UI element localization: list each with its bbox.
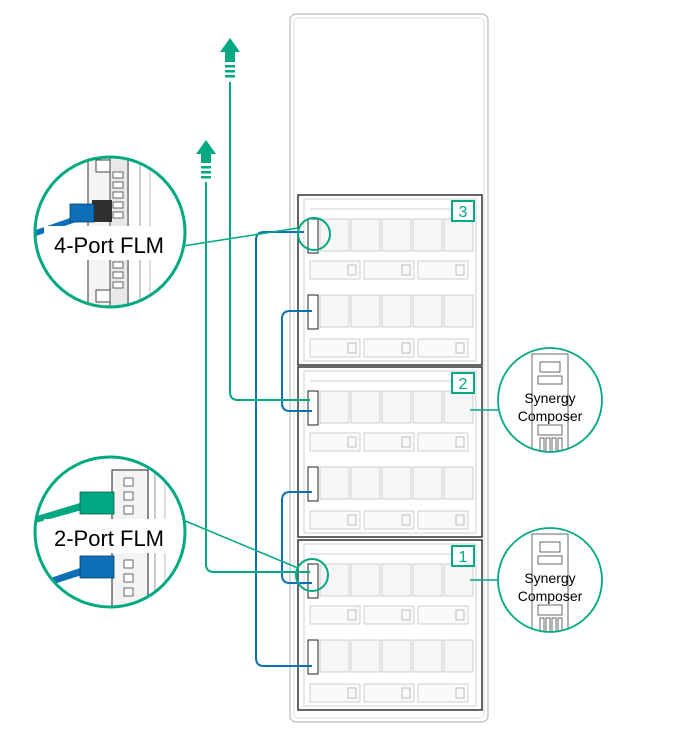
frame-number-label: 3 — [459, 204, 468, 221]
frame-number-label: 1 — [459, 549, 468, 566]
interconnect-bay — [309, 510, 361, 530]
arrow-up-icon — [196, 140, 216, 163]
compute-bay — [319, 563, 350, 597]
compute-bay — [381, 466, 412, 500]
uplink-arrow-frame-2 — [220, 38, 240, 78]
enclosure-frame-2: 2 — [297, 366, 483, 538]
compute-bay — [381, 563, 412, 597]
compute-bay — [412, 563, 443, 597]
arrow-up-icon — [220, 38, 240, 62]
compute-bay — [412, 218, 443, 252]
frame-number-label: 2 — [459, 376, 468, 393]
uplink-arrow-frame-1 — [196, 140, 216, 179]
compute-bay — [443, 218, 474, 252]
interconnect-bay — [309, 260, 361, 280]
compute-bay — [381, 294, 412, 328]
compute-bay — [381, 390, 412, 424]
flm2-callout: 2-Port FLM — [33, 455, 187, 609]
interconnect-bay — [309, 605, 361, 625]
composer-top-line1: Synergy — [524, 390, 575, 406]
interconnect-bay — [417, 510, 469, 530]
flm-module — [307, 218, 319, 254]
interconnect-bay — [363, 432, 415, 452]
flm4-label: 4-Port FLM — [54, 233, 164, 258]
flm-module — [307, 466, 319, 502]
compute-bay — [319, 466, 350, 500]
interconnect-bay — [417, 432, 469, 452]
compute-bay — [412, 390, 443, 424]
compute-bay — [443, 563, 474, 597]
composer-top-line2: Composer — [518, 408, 583, 424]
composer-bottom-line2: Composer — [518, 588, 583, 604]
interconnect-bay — [363, 683, 415, 703]
interconnect-bay — [417, 683, 469, 703]
flm-module — [307, 563, 319, 599]
interconnect-bay — [363, 260, 415, 280]
composer-callout-frame-2: Synergy Composer — [497, 347, 603, 453]
interconnect-bay — [417, 605, 469, 625]
interconnect-bay — [309, 338, 361, 358]
compute-bay — [350, 218, 381, 252]
compute-bay — [443, 466, 474, 500]
compute-bay — [443, 390, 474, 424]
compute-bay — [350, 466, 381, 500]
interconnect-bay — [363, 510, 415, 530]
compute-bay — [350, 294, 381, 328]
flm2-label: 2-Port FLM — [54, 526, 164, 551]
flm4-callout: 4-Port FLM — [33, 155, 187, 309]
compute-bay — [412, 294, 443, 328]
interconnect-bay — [417, 338, 469, 358]
composer-bottom-line1: Synergy — [524, 570, 575, 586]
compute-bay — [443, 639, 474, 673]
compute-bay — [443, 294, 474, 328]
interconnect-bay — [363, 338, 415, 358]
flm-module — [307, 639, 319, 675]
compute-bay — [350, 563, 381, 597]
flm-module — [307, 390, 319, 426]
compute-bay — [350, 639, 381, 673]
compute-bay — [319, 294, 350, 328]
compute-bay — [381, 639, 412, 673]
compute-bay — [381, 218, 412, 252]
compute-bay — [319, 639, 350, 673]
compute-bay — [412, 466, 443, 500]
cabling-diagram: 3 2 1 4-Port FLM 2-Port FLM Synergy Compos… — [33, 13, 603, 723]
compute-bay — [412, 639, 443, 673]
interconnect-bay — [309, 432, 361, 452]
enclosure-frame-3: 3 — [297, 194, 483, 366]
compute-bay — [350, 390, 381, 424]
interconnect-bay — [309, 683, 361, 703]
compute-bay — [319, 390, 350, 424]
frames-group: 3 2 1 — [297, 194, 483, 711]
interconnect-bay — [363, 605, 415, 625]
interconnect-bay — [417, 260, 469, 280]
composer-callout-frame-1: Synergy Composer — [497, 527, 603, 633]
